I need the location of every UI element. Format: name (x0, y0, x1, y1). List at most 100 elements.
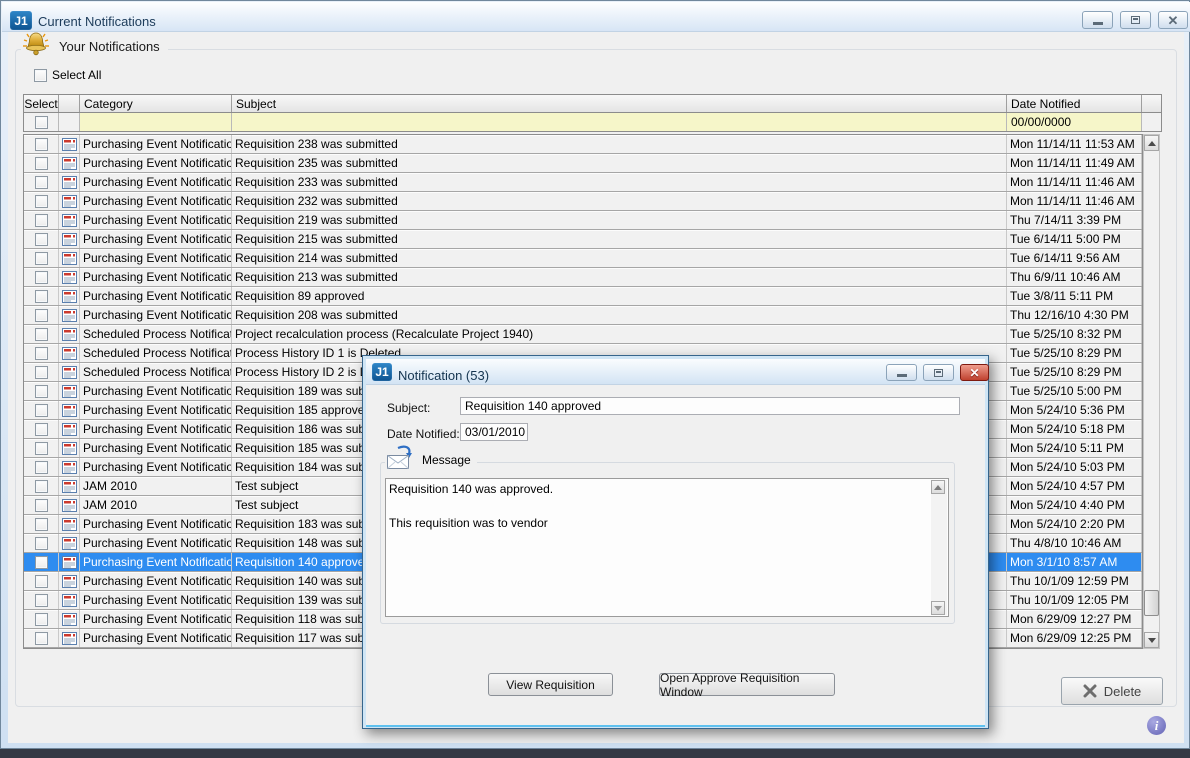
row-checkbox[interactable] (35, 613, 48, 626)
dialog-minimize-button[interactable] (886, 364, 917, 381)
row-checkbox[interactable] (35, 461, 48, 474)
row-select-cell[interactable] (24, 534, 59, 552)
table-row[interactable]: Scheduled Process Notification Project r… (24, 325, 1142, 344)
row-checkbox[interactable] (35, 385, 48, 398)
row-checkbox[interactable] (35, 404, 48, 417)
row-checkbox[interactable] (35, 252, 48, 265)
row-select-cell[interactable] (24, 268, 59, 286)
row-select-cell[interactable] (24, 306, 59, 324)
row-select-cell[interactable] (24, 458, 59, 476)
row-select-cell[interactable] (24, 610, 59, 628)
row-date: Mon 5/24/10 5:03 PM (1007, 458, 1142, 476)
dialog-titlebar[interactable]: J1 Notification (53) ✕ (366, 359, 985, 385)
column-header-select[interactable]: Select (24, 95, 59, 112)
scroll-down-button[interactable] (931, 601, 945, 615)
row-checkbox[interactable] (35, 518, 48, 531)
column-header-subject[interactable]: Subject (232, 95, 1007, 112)
row-select-cell[interactable] (24, 553, 59, 571)
table-vertical-scrollbar[interactable] (1143, 134, 1160, 649)
row-checkbox[interactable] (35, 290, 48, 303)
row-select-cell[interactable] (24, 192, 59, 210)
row-select-cell[interactable] (24, 211, 59, 229)
scrollbar-thumb[interactable] (1144, 590, 1159, 616)
row-select-cell[interactable] (24, 477, 59, 495)
column-header-icon[interactable] (59, 95, 80, 112)
open-approve-requisition-button[interactable]: Open Approve Requisition Window (659, 673, 835, 696)
filter-category-input[interactable] (80, 113, 232, 131)
dialog-restore-button[interactable] (923, 364, 954, 381)
row-select-cell[interactable] (24, 249, 59, 267)
row-checkbox[interactable] (35, 632, 48, 645)
column-header-category[interactable]: Category (80, 95, 232, 112)
table-row[interactable]: Purchasing Event Notification Requisitio… (24, 173, 1142, 192)
row-select-cell[interactable] (24, 591, 59, 609)
delete-button[interactable]: Delete (1061, 677, 1163, 705)
table-row[interactable]: Purchasing Event Notification Requisitio… (24, 192, 1142, 211)
scroll-up-button[interactable] (1144, 135, 1159, 151)
row-select-cell[interactable] (24, 515, 59, 533)
date-notified-field[interactable]: 03/01/2010 (460, 423, 528, 441)
dialog-close-button[interactable]: ✕ (960, 364, 989, 381)
row-select-cell[interactable] (24, 382, 59, 400)
subject-field[interactable]: Requisition 140 approved (460, 397, 960, 415)
row-select-cell[interactable] (24, 230, 59, 248)
message-scrollbar[interactable] (931, 480, 947, 615)
row-select-cell[interactable] (24, 439, 59, 457)
row-checkbox[interactable] (35, 271, 48, 284)
main-titlebar[interactable]: J1 Current Notifications ✕ (2, 2, 1190, 32)
row-checkbox[interactable] (35, 594, 48, 607)
table-row[interactable]: Purchasing Event Notification Requisitio… (24, 287, 1142, 306)
row-select-cell[interactable] (24, 572, 59, 590)
row-checkbox[interactable] (35, 176, 48, 189)
column-header-date[interactable]: Date Notified (1007, 95, 1142, 112)
row-select-cell[interactable] (24, 420, 59, 438)
row-checkbox[interactable] (35, 328, 48, 341)
table-row[interactable]: Purchasing Event Notification Requisitio… (24, 211, 1142, 230)
row-checkbox[interactable] (35, 480, 48, 493)
row-select-cell[interactable] (24, 154, 59, 172)
row-checkbox[interactable] (35, 157, 48, 170)
row-checkbox[interactable] (35, 138, 48, 151)
row-checkbox[interactable] (35, 366, 48, 379)
info-icon[interactable]: i (1147, 716, 1166, 735)
restore-button[interactable] (1120, 11, 1151, 29)
row-checkbox[interactable] (35, 423, 48, 436)
row-select-cell[interactable] (24, 287, 59, 305)
select-all[interactable]: Select All (34, 68, 101, 82)
table-row[interactable]: Purchasing Event Notification Requisitio… (24, 268, 1142, 287)
row-select-cell[interactable] (24, 496, 59, 514)
table-row[interactable]: Purchasing Event Notification Requisitio… (24, 306, 1142, 325)
row-select-cell[interactable] (24, 401, 59, 419)
table-row[interactable]: Purchasing Event Notification Requisitio… (24, 230, 1142, 249)
select-all-checkbox[interactable] (34, 69, 47, 82)
table-row[interactable]: Purchasing Event Notification Requisitio… (24, 135, 1142, 154)
table-row[interactable]: Purchasing Event Notification Requisitio… (24, 249, 1142, 268)
row-select-cell[interactable] (24, 173, 59, 191)
close-button[interactable]: ✕ (1158, 11, 1188, 29)
row-checkbox[interactable] (35, 442, 48, 455)
row-checkbox[interactable] (35, 556, 48, 569)
view-requisition-button[interactable]: View Requisition (488, 673, 613, 696)
row-select-cell[interactable] (24, 363, 59, 381)
row-checkbox[interactable] (35, 537, 48, 550)
row-select-cell[interactable] (24, 344, 59, 362)
row-select-cell[interactable] (24, 629, 59, 647)
row-checkbox[interactable] (35, 347, 48, 360)
table-row[interactable]: Purchasing Event Notification Requisitio… (24, 154, 1142, 173)
scroll-down-button[interactable] (1144, 632, 1159, 648)
filter-checkbox[interactable] (35, 116, 48, 129)
row-checkbox[interactable] (35, 233, 48, 246)
row-checkbox[interactable] (35, 214, 48, 227)
row-checkbox[interactable] (35, 499, 48, 512)
row-checkbox[interactable] (35, 195, 48, 208)
filter-subject-input[interactable] (232, 113, 1007, 131)
row-select-cell[interactable] (24, 135, 59, 153)
minimize-button[interactable] (1082, 11, 1113, 29)
filter-select-cell[interactable] (24, 113, 59, 131)
filter-date-input[interactable]: 00/00/0000 (1007, 113, 1142, 131)
row-select-cell[interactable] (24, 325, 59, 343)
scroll-up-button[interactable] (931, 480, 945, 494)
row-checkbox[interactable] (35, 309, 48, 322)
row-checkbox[interactable] (35, 575, 48, 588)
message-textarea[interactable]: Requisition 140 was approved. This requi… (385, 478, 949, 617)
